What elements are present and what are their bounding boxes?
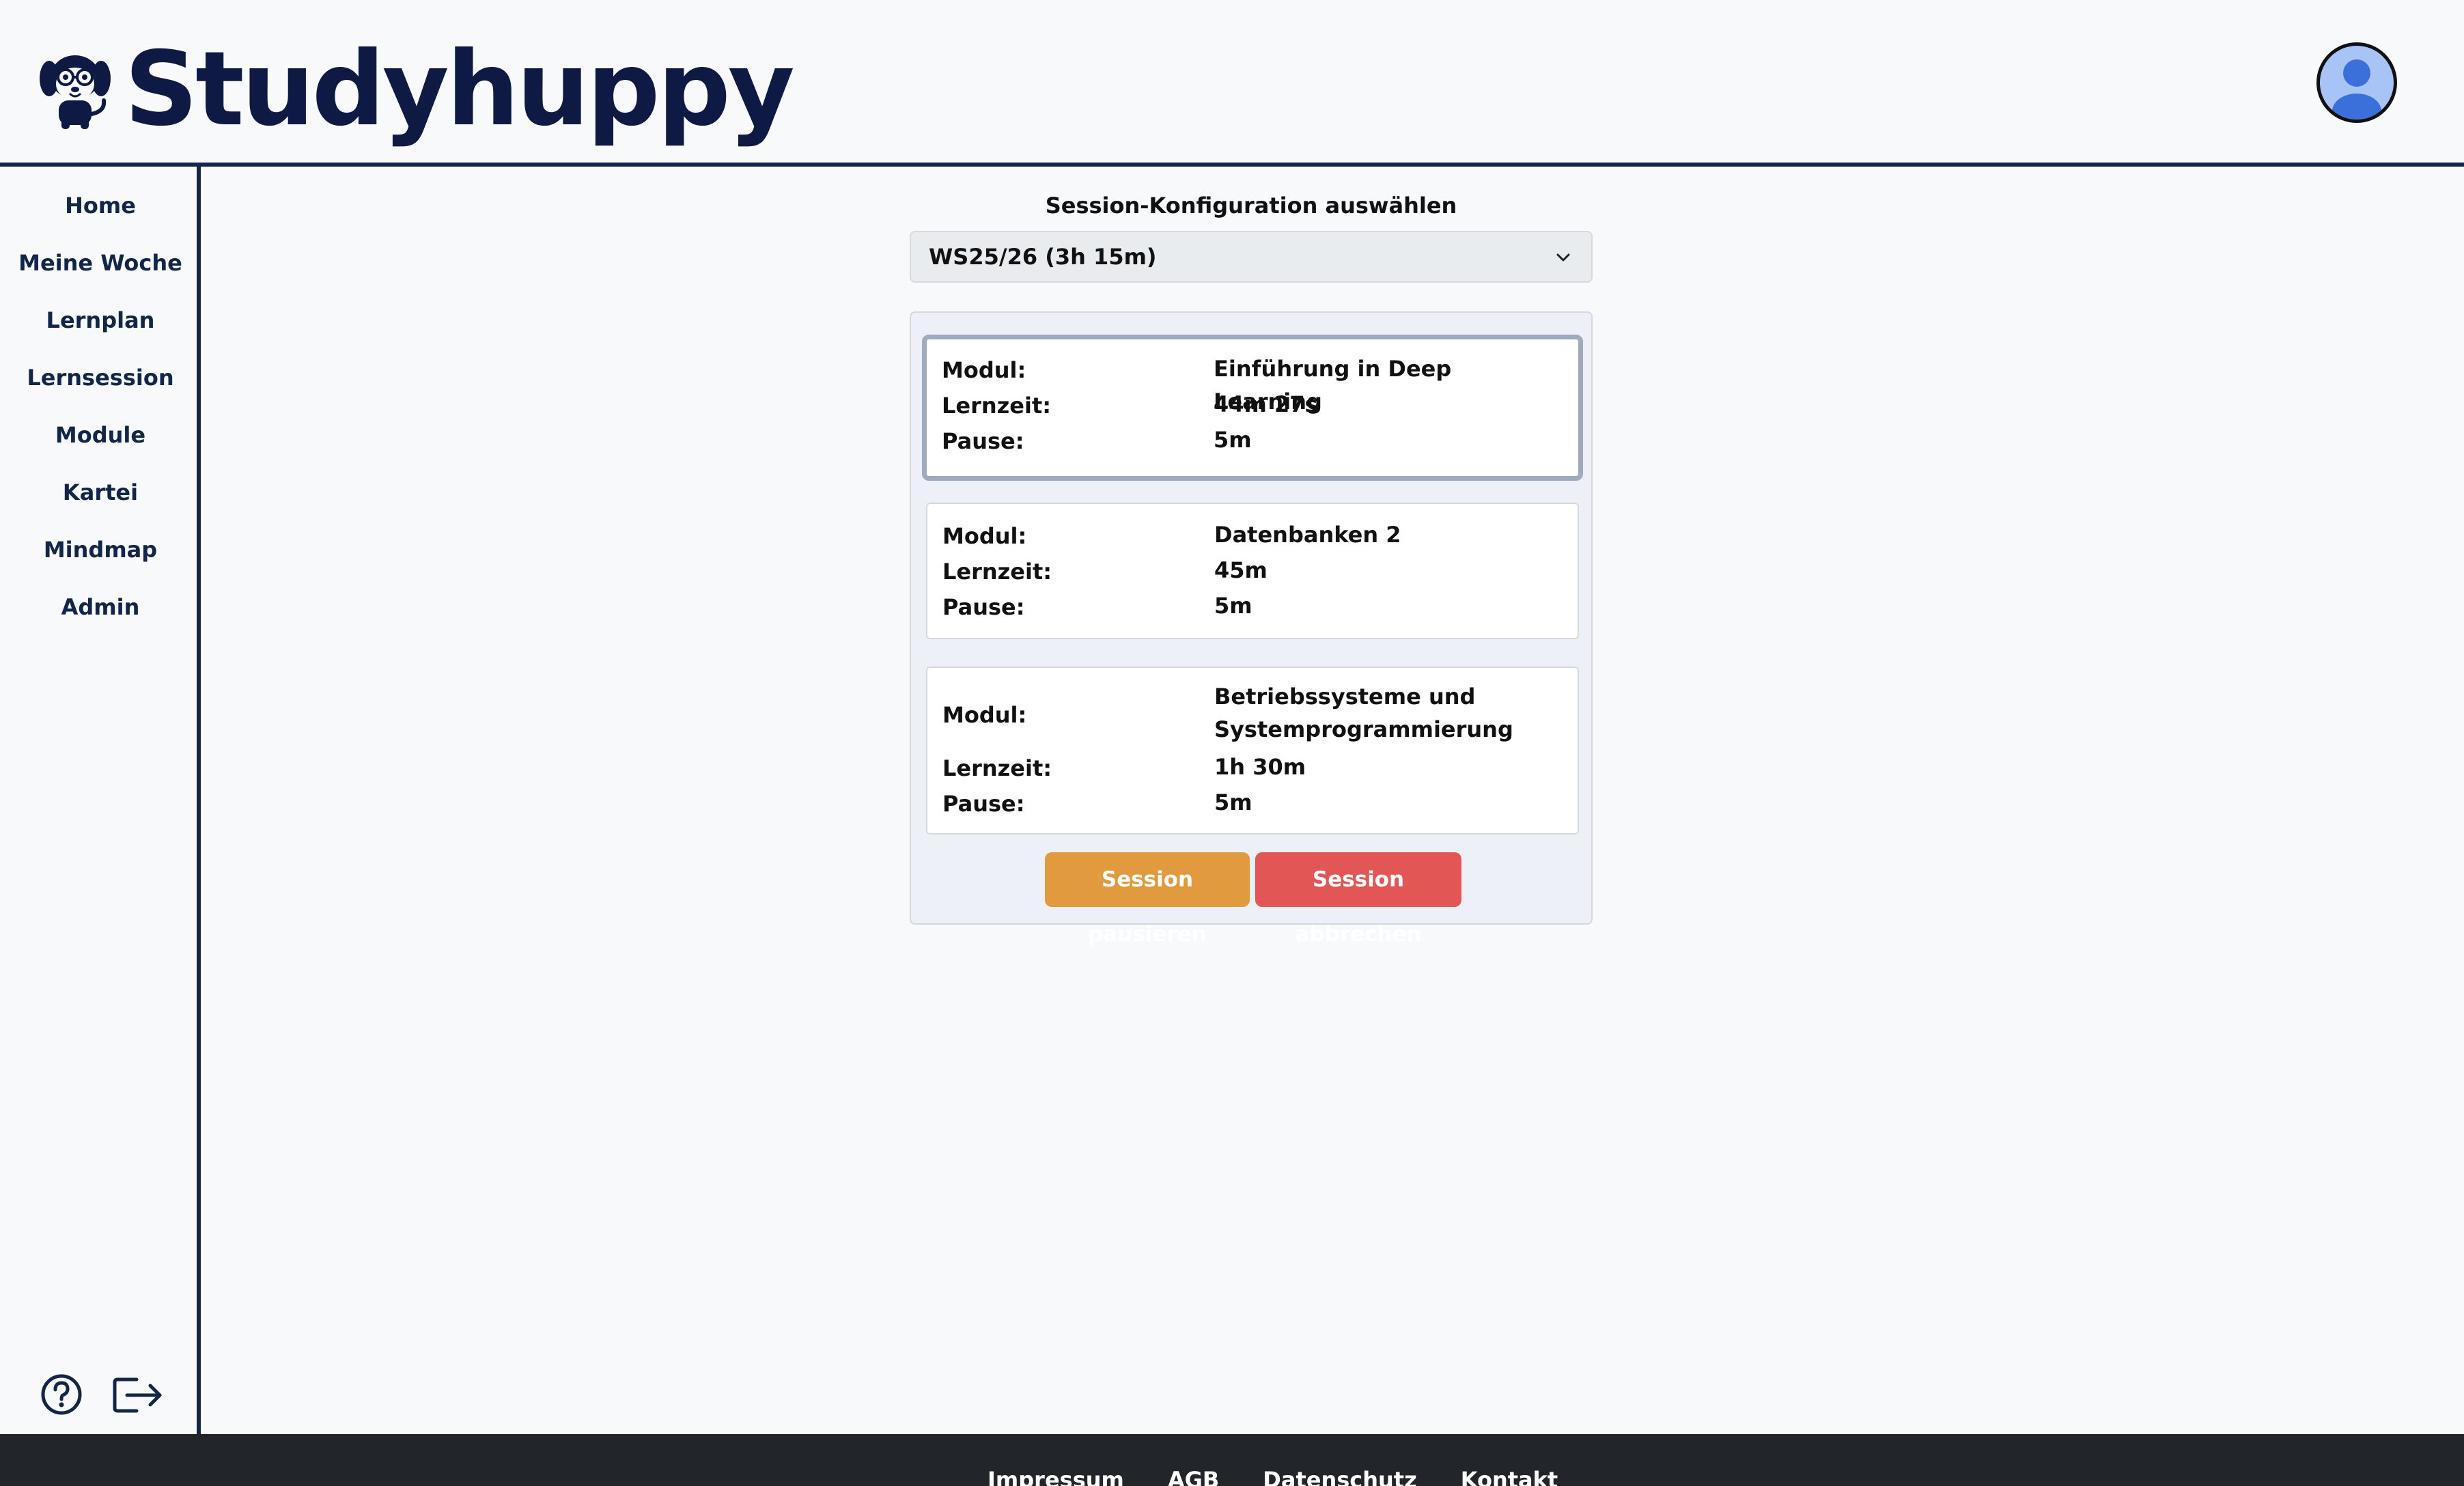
- logout-icon[interactable]: [112, 1374, 164, 1416]
- modul-label: Modul:: [942, 702, 1027, 728]
- dog-with-glasses-icon: [40, 55, 111, 129]
- sidebar-item-lernsession[interactable]: Lernsession: [0, 365, 201, 391]
- lernzeit-value: 1h 30m: [1214, 754, 1306, 780]
- sidebar-item-home[interactable]: Home: [0, 193, 201, 219]
- pause-session-button[interactable]: Session pausieren: [1045, 852, 1250, 947]
- user-avatar[interactable]: [2316, 42, 2397, 123]
- modul-label: Modul:: [942, 523, 1027, 549]
- footer-link-kontakt[interactable]: Kontakt: [1461, 1467, 1558, 1486]
- session-config-value: WS25/26 (3h 15m): [929, 244, 1157, 270]
- modul-label: Modul:: [942, 357, 1026, 383]
- modul-value: Datenbanken 2: [1214, 522, 1401, 548]
- user-avatar-icon: [2332, 59, 2381, 120]
- sidebar-item-kartei[interactable]: Kartei: [0, 479, 201, 505]
- help-circle-icon[interactable]: [40, 1373, 83, 1416]
- sidebar: Home Meine Woche Lernplan Lernsession Mo…: [0, 167, 201, 1434]
- session-config-select[interactable]: WS25/26 (3h 15m): [910, 231, 1593, 283]
- session-config-label: Session-Konfiguration auswählen: [1045, 193, 1457, 219]
- footer-links: Impressum AGB Datenschutz Kontakt: [988, 1467, 1558, 1486]
- footer-link-datenschutz[interactable]: Datenschutz: [1263, 1467, 1416, 1486]
- session-panel: Modul: Einführung in Deep Learning Lernz…: [910, 311, 1593, 947]
- brand-name: Studyhuppy: [124, 30, 795, 149]
- chevron-down-icon: [1556, 253, 1570, 262]
- abort-session-button[interactable]: Session abbrechen: [1255, 852, 1461, 947]
- lernzeit-value: 44m 27s: [1214, 391, 1318, 417]
- pause-label: Pause:: [942, 428, 1024, 454]
- sidebar-item-meine-woche[interactable]: Meine Woche: [0, 250, 201, 276]
- module-card-active[interactable]: Modul: Einführung in Deep Learning Lernz…: [922, 335, 1583, 481]
- pause-value: 5m: [1214, 593, 1252, 619]
- sidebar-item-mindmap[interactable]: Mindmap: [0, 537, 201, 563]
- pause-value: 5m: [1214, 427, 1252, 453]
- sidebar-item-admin[interactable]: Admin: [0, 594, 201, 620]
- sidebar-item-lernplan[interactable]: Lernplan: [0, 307, 201, 333]
- lernzeit-label: Lernzeit:: [942, 559, 1052, 585]
- module-card[interactable]: Modul: Betriebssysteme und Systemprogram…: [926, 667, 1579, 835]
- footer-link-impressum[interactable]: Impressum: [988, 1467, 1124, 1486]
- lernzeit-label: Lernzeit:: [942, 755, 1052, 781]
- pause-label: Pause:: [942, 791, 1025, 817]
- lernzeit-value: 45m: [1214, 557, 1268, 583]
- module-card[interactable]: Modul: Datenbanken 2 Lernzeit: 45m Pause…: [926, 503, 1579, 639]
- pause-label: Pause:: [942, 594, 1025, 620]
- pause-value: 5m: [1214, 789, 1252, 815]
- modul-value: Betriebssysteme und Systemprogrammierung: [1214, 684, 1513, 742]
- footer: Impressum AGB Datenschutz Kontakt: [0, 1434, 2464, 1486]
- header: Studyhuppy: [0, 0, 2464, 167]
- logo[interactable]: Studyhuppy: [38, 30, 795, 149]
- sidebar-item-module[interactable]: Module: [0, 422, 201, 448]
- footer-link-agb[interactable]: AGB: [1168, 1467, 1219, 1486]
- lernzeit-label: Lernzeit:: [942, 393, 1052, 419]
